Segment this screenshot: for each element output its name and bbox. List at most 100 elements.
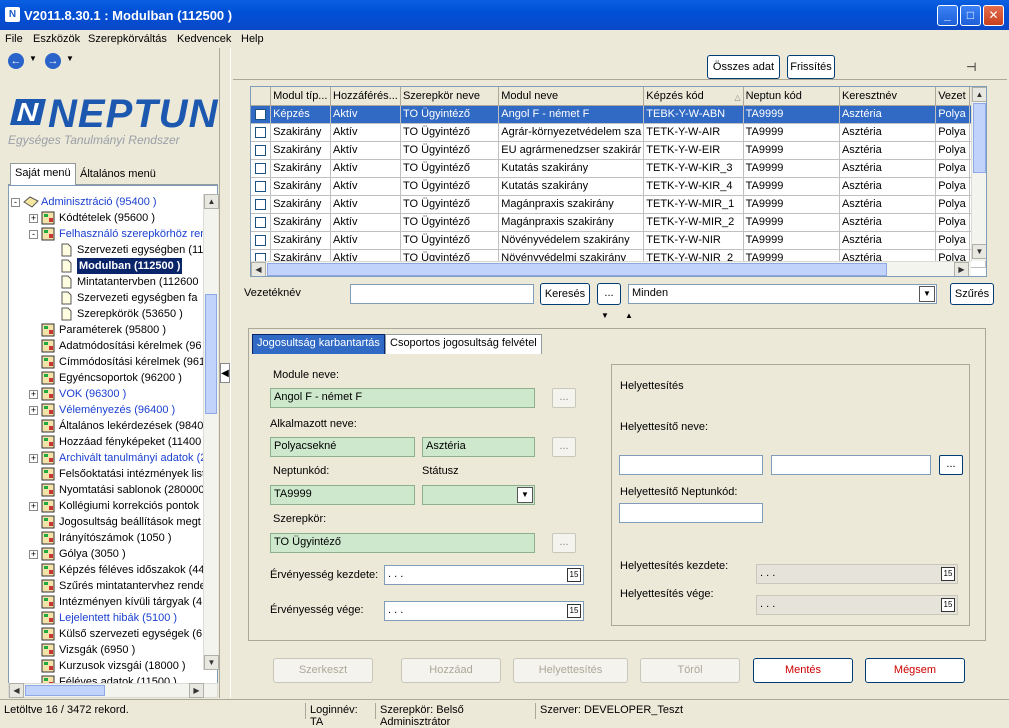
tree-item[interactable]: Hozzáad fényképeket (11400	[9, 434, 209, 450]
tree-item[interactable]: Irányítószámok (1050 )	[9, 530, 209, 546]
table-cell-checkbox[interactable]	[251, 141, 272, 160]
table-row[interactable]: Szakirány Aktív TO Ügyintéző Növényvédelem …	[251, 231, 986, 250]
back-dropdown-icon[interactable]: ▼	[29, 54, 37, 63]
substitute-first-name-input[interactable]	[771, 455, 931, 475]
valid-to-input[interactable]: . . . 15	[384, 601, 584, 621]
tree-item[interactable]: Külső szervezeti egységek (6	[9, 626, 209, 642]
row-checkbox[interactable]	[255, 126, 267, 138]
refresh-button[interactable]: Frissítés	[787, 55, 835, 79]
row-checkbox[interactable]	[255, 216, 267, 228]
scroll-up-icon[interactable]: ▲	[204, 194, 219, 209]
table-row[interactable]: Szakirány Aktív TO Ügyintéző EU agrármenedz…	[251, 141, 986, 160]
tree-item[interactable]: Intézményen kívüli tárgyak (4	[9, 594, 209, 610]
row-checkbox[interactable]	[255, 162, 267, 174]
tree-item[interactable]: Lejelentett hibák (5100 )	[9, 610, 209, 626]
forward-icon[interactable]: →	[45, 53, 61, 69]
tree-item[interactable]: + Kódtételek (95600 )	[9, 210, 209, 226]
scroll-left-icon[interactable]: ◀	[9, 683, 24, 698]
delete-button[interactable]: Töröl	[640, 658, 740, 683]
grid-column-header[interactable]: Neptun kód	[743, 87, 840, 106]
menu-favorites[interactable]: Kedvencek	[177, 33, 231, 45]
grid-scroll-up-icon[interactable]: ▲	[972, 87, 986, 102]
substitute-ellipsis-button[interactable]: ...	[939, 455, 963, 475]
row-checkbox[interactable]	[255, 234, 267, 246]
tree-item[interactable]: Kurzusok vizsgái (18000 )	[9, 658, 209, 674]
grid-column-header[interactable]: Modul neve	[498, 87, 645, 106]
grid-scroll-thumb[interactable]	[973, 103, 986, 173]
row-checkbox[interactable]	[255, 198, 267, 210]
collapse-down-icon[interactable]: ▼	[601, 311, 609, 320]
filter-button[interactable]: Szűrés	[950, 283, 994, 305]
grid-column-header[interactable]: Hozzáférés...	[330, 87, 401, 106]
expand-icon[interactable]: +	[29, 406, 38, 415]
tree-item[interactable]: Szervezeti egységben fa	[9, 290, 209, 306]
tree-item[interactable]: + Véleményezés (96400 )	[9, 402, 209, 418]
tree-item[interactable]: + Gólya (3050 )	[9, 546, 209, 562]
expand-icon[interactable]: +	[29, 454, 38, 463]
table-row[interactable]: Szakirány Aktív TO Ügyintéző Kutatás szakir…	[251, 159, 986, 178]
tree-item[interactable]: Felsőoktatási intézmények list	[9, 466, 209, 482]
back-icon[interactable]: ←	[8, 53, 24, 69]
tab-permission-maintenance[interactable]: Jogosultság karbantartás	[252, 334, 385, 354]
table-row[interactable]: Szakirány Aktív TO Ügyintéző Magánpraxis sz…	[251, 195, 986, 214]
menu-tools[interactable]: Eszközök	[33, 33, 80, 45]
grid-header-select[interactable]	[251, 87, 272, 106]
expand-icon[interactable]: +	[29, 502, 38, 511]
expand-icon[interactable]: +	[29, 550, 38, 559]
pin-icon[interactable]: ⊣	[966, 60, 976, 74]
tree-item[interactable]: - Adminisztráció (95400 )	[9, 194, 209, 210]
table-row[interactable]: Szakirány Aktív TO Ügyintéző Magánpraxis sz…	[251, 213, 986, 232]
table-cell-checkbox[interactable]	[251, 195, 272, 214]
scroll-down-icon[interactable]: ▼	[204, 655, 219, 670]
grid-scroll-right-icon[interactable]: ▶	[954, 262, 969, 276]
edit-button[interactable]: Szerkeszt	[273, 658, 373, 683]
tree-item[interactable]: + Archivált tanulmányi adatok (2	[9, 450, 209, 466]
table-row[interactable]: Szakirány Aktív TO Ügyintéző Agrár-környeze…	[251, 123, 986, 142]
save-button[interactable]: Mentés	[753, 658, 853, 683]
expand-icon[interactable]: +	[29, 390, 38, 399]
tree-item[interactable]: Jogosultság beállítások megt	[9, 514, 209, 530]
grid-column-header[interactable]: Modul típ...	[270, 87, 331, 106]
row-checkbox[interactable]	[255, 108, 267, 120]
tree-item[interactable]: + VOK (96300 )	[9, 386, 209, 402]
cancel-button[interactable]: Mégsem	[865, 658, 965, 683]
calendar-icon[interactable]: 15	[567, 568, 581, 582]
expand-icon[interactable]: +	[29, 214, 38, 223]
scroll-right-icon[interactable]: ▶	[189, 683, 204, 698]
calendar-icon[interactable]: 15	[567, 604, 581, 618]
tree-item[interactable]: Mintatantervben (112600	[9, 274, 209, 290]
maximize-button[interactable]: □	[960, 5, 981, 26]
panel-collapse-toggle[interactable]: ▼ ▲	[593, 311, 643, 323]
menu-file[interactable]: File	[5, 33, 23, 45]
grid-horizontal-scrollbar[interactable]: ◀ ▶	[251, 261, 971, 276]
close-button[interactable]: ✕	[983, 5, 1004, 26]
row-checkbox[interactable]	[255, 180, 267, 192]
last-name-input[interactable]	[350, 284, 534, 304]
table-cell-checkbox[interactable]	[251, 105, 272, 124]
all-data-button[interactable]: Összes adat	[707, 55, 780, 79]
tree-item[interactable]: - Felhasználó szerepkörhöz ren	[9, 226, 209, 242]
menu-help[interactable]: Help	[241, 33, 264, 45]
hscroll-thumb[interactable]	[25, 685, 105, 696]
table-cell-checkbox[interactable]	[251, 123, 272, 142]
tree-item[interactable]: Vizsgák (6950 )	[9, 642, 209, 658]
tree-item[interactable]: Szűrés mintatantervhez rende	[9, 578, 209, 594]
chevron-down-icon[interactable]: ▼	[919, 286, 935, 302]
grid-scroll-left-icon[interactable]: ◀	[251, 262, 266, 276]
tree-item[interactable]: Nyomtatási sablonok (280000	[9, 482, 209, 498]
tree-item[interactable]: Paraméterek (95800 )	[9, 322, 209, 338]
grid-vertical-scrollbar[interactable]: ▲ ▼	[971, 87, 986, 261]
tab-general-menu[interactable]: Általános menü	[76, 165, 160, 185]
tree-item[interactable]: Címmódosítási kérelmek (961	[9, 354, 209, 370]
collapse-up-icon[interactable]: ▲	[625, 311, 633, 320]
grid-column-header[interactable]: Keresztnév	[839, 87, 937, 106]
substitute-neptun-input[interactable]	[619, 503, 763, 523]
tree-item[interactable]: Szervezeti egységben (11	[9, 242, 209, 258]
tab-own-menu[interactable]: Saját menü	[10, 163, 76, 186]
collapse-icon[interactable]: -	[11, 198, 20, 207]
tree-item[interactable]: Általános lekérdezések (9840	[9, 418, 209, 434]
tree-item[interactable]: Szerepkörök (53650 )	[9, 306, 209, 322]
collapse-icon[interactable]: -	[29, 230, 38, 239]
add-button[interactable]: Hozzáad	[401, 658, 501, 683]
scroll-thumb[interactable]	[205, 294, 217, 414]
